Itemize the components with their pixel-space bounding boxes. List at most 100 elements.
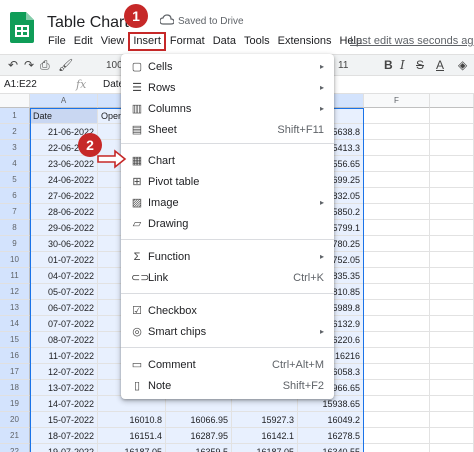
grid-cell[interactable] [364, 332, 430, 348]
grid-cell[interactable]: 16151.4 [98, 428, 166, 444]
row-header[interactable]: 19 [0, 396, 30, 412]
grid-cell[interactable]: 01-07-2022 [30, 252, 98, 268]
grid-cell[interactable] [364, 428, 430, 444]
row-header[interactable]: 18 [0, 380, 30, 396]
insert-menu-item-link[interactable]: ⊂⊃ Link Ctrl+K [121, 267, 334, 288]
grid-cell[interactable]: 28-06-2022 [30, 204, 98, 220]
grid-cell[interactable] [364, 204, 430, 220]
grid-cell[interactable]: 29-06-2022 [30, 220, 98, 236]
last-edit-link[interactable]: Last edit was seconds ago [350, 35, 474, 47]
grid-cell[interactable] [364, 364, 430, 380]
grid-cell[interactable] [364, 220, 430, 236]
insert-menu-item-pivot-table[interactable]: ⊞ Pivot table [121, 171, 334, 192]
insert-menu-item-sheet[interactable]: ▤ Sheet Shift+F11 [121, 119, 334, 140]
row-header[interactable]: 11 [0, 268, 30, 284]
grid-cell[interactable] [364, 188, 430, 204]
grid-cell[interactable] [430, 364, 474, 380]
grid-cell[interactable]: 07-07-2022 [30, 316, 98, 332]
insert-menu-item-columns[interactable]: ▥ Columns ▸ [121, 98, 334, 119]
row-header[interactable]: 12 [0, 284, 30, 300]
grid-cell[interactable]: 16287.95 [166, 428, 232, 444]
grid-cell[interactable] [364, 300, 430, 316]
grid-cell[interactable] [364, 348, 430, 364]
sheets-logo-icon[interactable] [10, 12, 34, 43]
italic-icon[interactable]: I [400, 58, 405, 72]
name-box[interactable]: A1:E22 [4, 79, 37, 90]
row-header[interactable]: 4 [0, 156, 30, 172]
paint-format-icon[interactable]: 🖌 [58, 58, 73, 72]
row-header[interactable]: 1 [0, 108, 30, 124]
grid-cell[interactable] [430, 236, 474, 252]
grid-cell[interactable] [364, 380, 430, 396]
grid-cell[interactable]: 24-06-2022 [30, 172, 98, 188]
menu-tools[interactable]: Tools [240, 33, 274, 51]
menu-data[interactable]: Data [209, 33, 240, 51]
grid-cell[interactable] [430, 156, 474, 172]
grid-cell[interactable] [430, 108, 474, 124]
menu-file[interactable]: File [44, 33, 70, 51]
insert-menu-item-rows[interactable]: ☰ Rows ▸ [121, 77, 334, 98]
grid-cell[interactable] [430, 204, 474, 220]
grid-cell[interactable] [430, 428, 474, 444]
grid-cell[interactable] [430, 220, 474, 236]
font-size-field[interactable]: 11 [338, 60, 348, 71]
insert-menu-item-drawing[interactable]: ▱ Drawing [121, 213, 334, 234]
grid-cell[interactable]: 16010.8 [98, 412, 166, 428]
grid-cell[interactable] [364, 284, 430, 300]
document-title[interactable]: Table Chart [47, 14, 129, 32]
grid-cell[interactable]: 15927.3 [232, 412, 298, 428]
grid-cell[interactable] [430, 172, 474, 188]
grid-cell[interactable]: 12-07-2022 [30, 364, 98, 380]
grid-cell[interactable] [364, 140, 430, 156]
grid-cell[interactable] [364, 124, 430, 140]
column-header-f[interactable]: F [364, 94, 430, 108]
grid-cell[interactable]: 16049.2 [298, 412, 364, 428]
grid-cell[interactable] [430, 140, 474, 156]
grid-cell[interactable]: 15-07-2022 [30, 412, 98, 428]
menu-view[interactable]: View [97, 33, 129, 51]
row-header[interactable]: 17 [0, 364, 30, 380]
row-header[interactable]: 8 [0, 220, 30, 236]
grid-cell[interactable] [430, 444, 474, 452]
row-header[interactable]: 7 [0, 204, 30, 220]
grid-cell[interactable]: Date [30, 108, 98, 124]
grid-cell[interactable]: 16066.95 [166, 412, 232, 428]
grid-cell[interactable] [430, 332, 474, 348]
grid-cell[interactable]: 14-07-2022 [30, 396, 98, 412]
print-icon[interactable]: ⎙ [40, 58, 50, 73]
insert-menu-item-note[interactable]: ▯ Note Shift+F2 [121, 375, 334, 396]
grid-cell[interactable]: 16142.1 [232, 428, 298, 444]
row-header[interactable]: 3 [0, 140, 30, 156]
grid-cell[interactable]: 05-07-2022 [30, 284, 98, 300]
fill-color-icon[interactable]: ◈ [458, 58, 467, 72]
grid-cell[interactable] [364, 172, 430, 188]
grid-cell[interactable]: 11-07-2022 [30, 348, 98, 364]
grid-cell[interactable]: 16278.5 [298, 428, 364, 444]
grid-cell[interactable] [364, 236, 430, 252]
row-header[interactable]: 15 [0, 332, 30, 348]
grid-cell[interactable] [430, 316, 474, 332]
text-color-icon[interactable]: A [436, 58, 444, 72]
strikethrough-icon[interactable]: S [416, 58, 424, 72]
row-header[interactable]: 6 [0, 188, 30, 204]
grid-cell[interactable]: 16359.5 [166, 444, 232, 452]
grid-cell[interactable]: 13-07-2022 [30, 380, 98, 396]
grid-cell[interactable]: 16340.55 [298, 444, 364, 452]
grid-cell[interactable] [364, 396, 430, 412]
grid-cell[interactable] [430, 300, 474, 316]
grid-cell[interactable]: 23-06-2022 [30, 156, 98, 172]
insert-menu-item-chart[interactable]: ▦ Chart [121, 150, 334, 171]
grid-cell[interactable] [430, 252, 474, 268]
grid-cell[interactable] [430, 188, 474, 204]
grid-cell[interactable]: 18-07-2022 [30, 428, 98, 444]
grid-cell[interactable] [364, 108, 430, 124]
menu-edit[interactable]: Edit [70, 33, 97, 51]
insert-menu-item-comment[interactable]: ▭ Comment Ctrl+Alt+M [121, 354, 334, 375]
insert-menu-item-checkbox[interactable]: ☑ Checkbox [121, 300, 334, 321]
row-header[interactable]: 9 [0, 236, 30, 252]
grid-cell[interactable]: 16187.05 [98, 444, 166, 452]
grid-cell[interactable] [430, 124, 474, 140]
row-header[interactable]: 16 [0, 348, 30, 364]
grid-cell[interactable]: 19-07-2022 [30, 444, 98, 452]
column-header-a[interactable]: A [30, 94, 98, 108]
